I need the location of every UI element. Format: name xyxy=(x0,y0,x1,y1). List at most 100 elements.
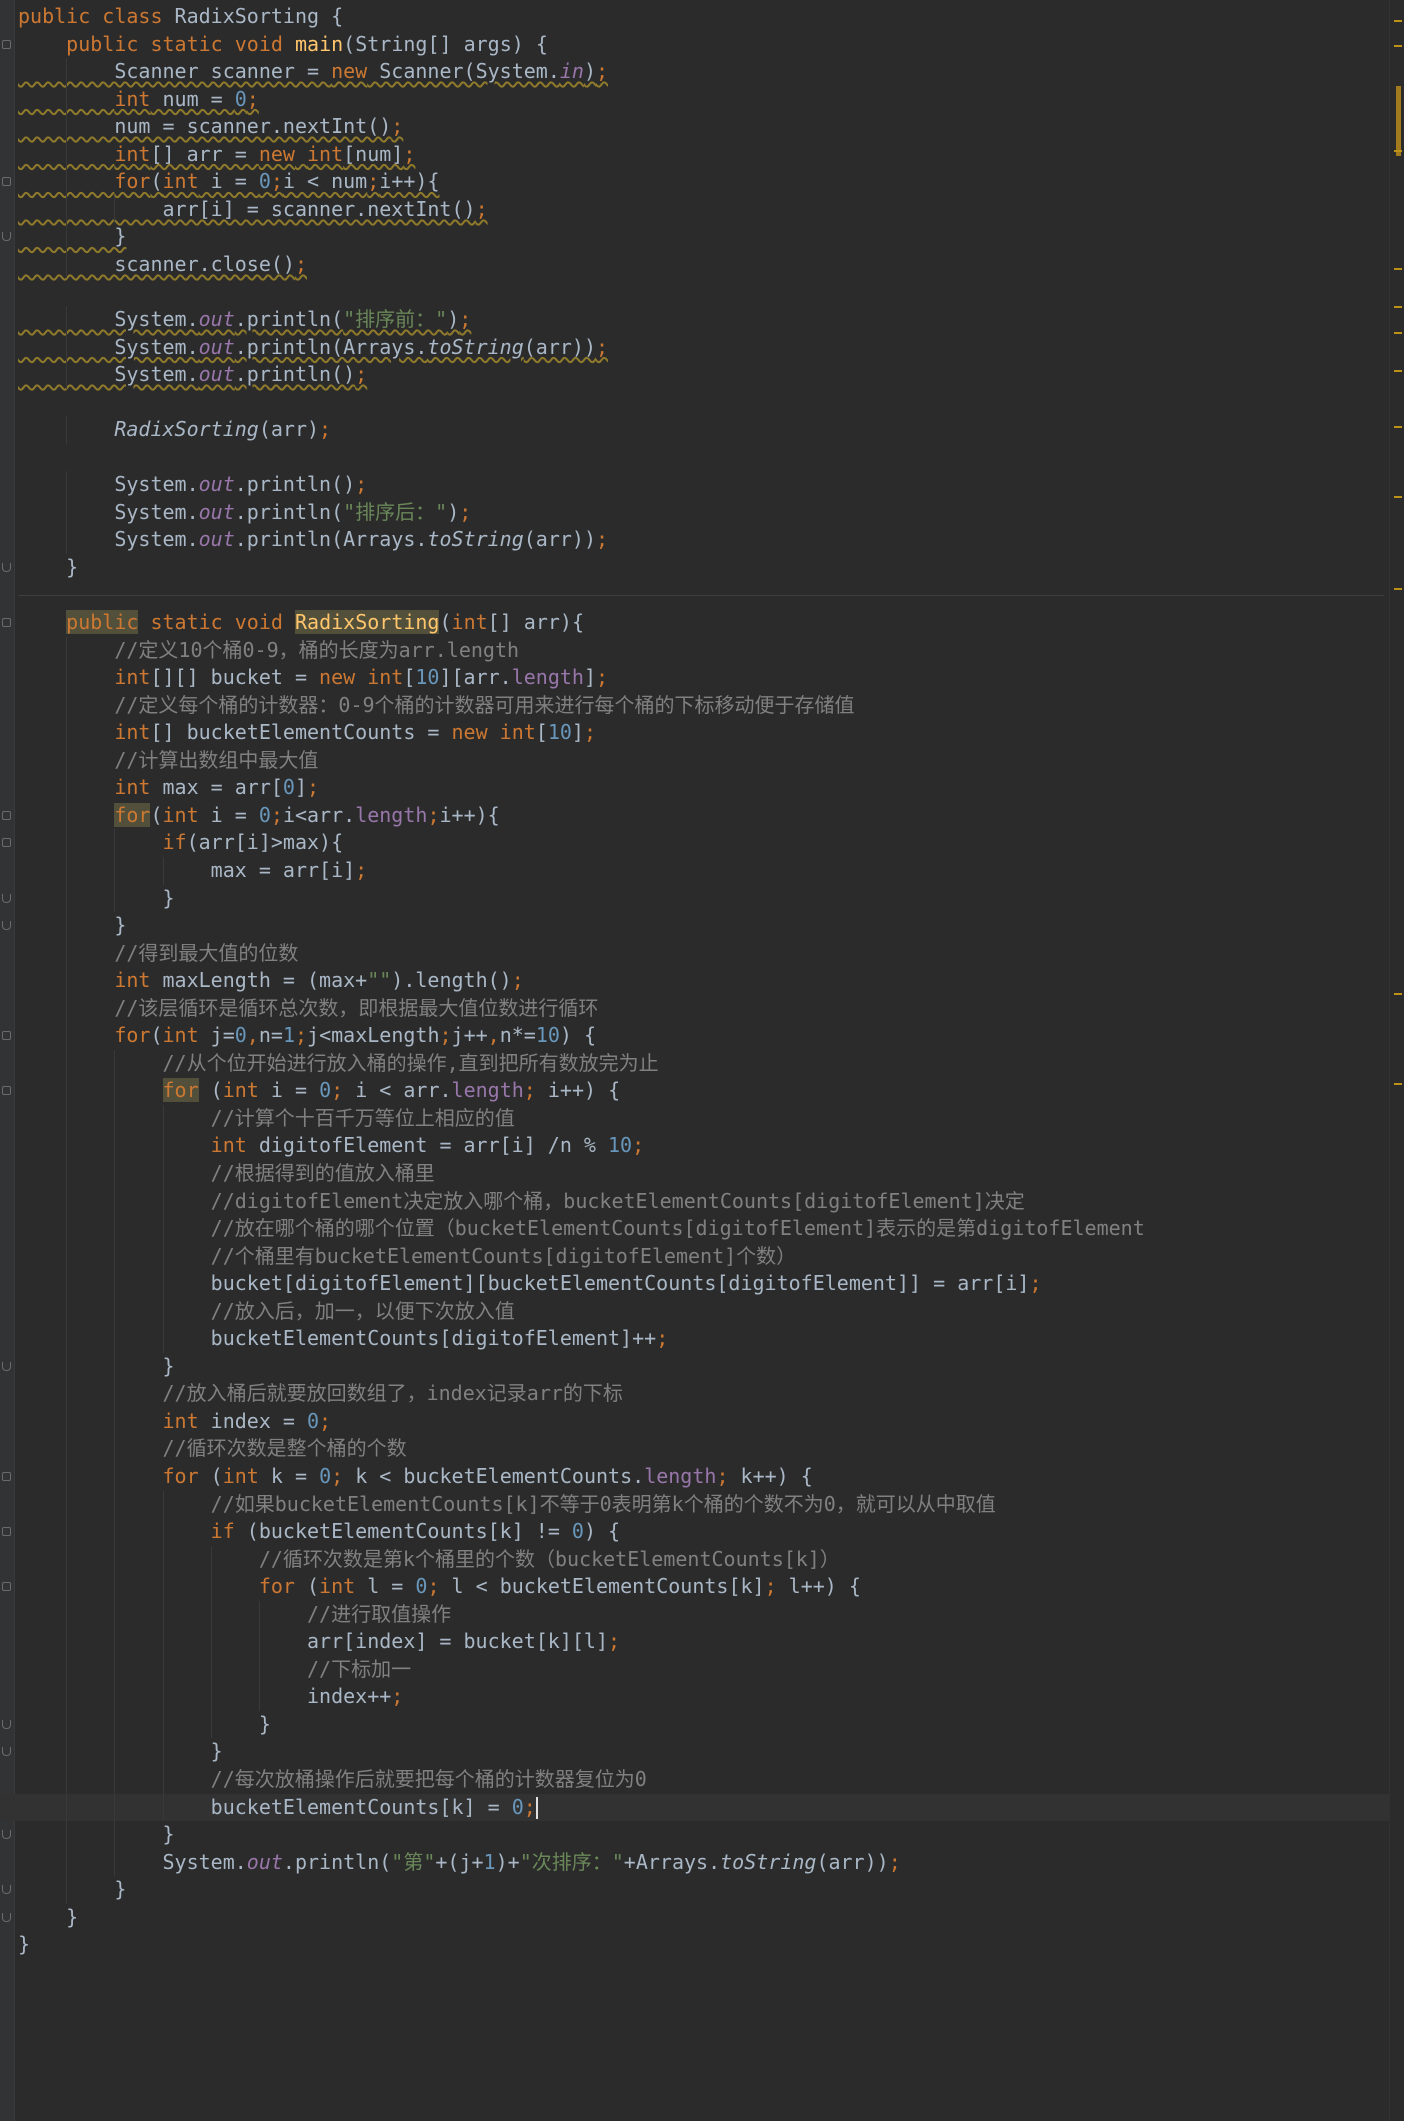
code-line[interactable]: //放在哪个桶的哪个位置（bucketElementCounts[digitof… xyxy=(18,1215,1388,1243)
code-line[interactable]: //计算出数组中最大值 xyxy=(18,746,1388,775)
code-area[interactable]: public class RadixSorting { public stati… xyxy=(0,3,1404,1959)
code-line[interactable]: public class RadixSorting { xyxy=(18,3,1388,31)
code-line[interactable]: } xyxy=(18,1931,1388,1959)
code-line[interactable]: //定义每个桶的计数器：0-9个桶的计数器可用来进行每个桶的下标移动便于存储值 xyxy=(18,691,1388,720)
fold-start-icon[interactable] xyxy=(2,810,11,820)
warning-marker[interactable] xyxy=(1394,45,1402,47)
code-line[interactable] xyxy=(18,389,1388,417)
code-line[interactable]: for(int i = 0;i<arr.length;i++){ xyxy=(2,801,1388,830)
code-line[interactable]: //个桶里有bucketElementCounts[digitofElement… xyxy=(18,1242,1388,1271)
warning-marker[interactable] xyxy=(1394,1083,1402,1085)
code-line[interactable]: if(arr[i]>max){ xyxy=(2,829,1388,857)
warning-marker[interactable] xyxy=(1394,306,1402,308)
code-line[interactable]: //放入后，加一，以便下次放入值 xyxy=(18,1297,1388,1326)
warning-marker[interactable] xyxy=(1394,332,1402,334)
fold-start-icon[interactable] xyxy=(2,1031,11,1041)
code-line[interactable] xyxy=(18,278,1388,306)
code-line[interactable]: System.out.println(Arrays.toString(arr))… xyxy=(18,333,1388,362)
fold-start-icon[interactable] xyxy=(2,1086,11,1096)
code-editor[interactable]: public class RadixSorting { public stati… xyxy=(0,0,1404,2121)
fold-start-icon[interactable] xyxy=(2,1527,11,1537)
code-line[interactable]: //进行取值操作 xyxy=(18,1600,1388,1629)
code-line[interactable]: } xyxy=(2,1710,1388,1739)
code-line[interactable]: int index = 0; xyxy=(18,1407,1388,1436)
fold-end-icon[interactable] xyxy=(2,1830,11,1840)
warning-marker[interactable] xyxy=(1394,496,1402,498)
code-line[interactable]: //得到最大值的位数 xyxy=(18,939,1388,968)
code-line[interactable]: } xyxy=(2,1876,1388,1904)
code-line[interactable]: System.out.println("排序后："); xyxy=(18,498,1388,527)
code-line[interactable]: if (bucketElementCounts[k] != 0) { xyxy=(2,1518,1388,1546)
warning-marker[interactable] xyxy=(1394,268,1402,270)
fold-start-icon[interactable] xyxy=(2,1471,11,1481)
code-line[interactable]: System.out.println(Arrays.toString(arr))… xyxy=(18,526,1388,554)
code-line[interactable]: max = arr[i]; xyxy=(18,856,1388,885)
code-line[interactable]: } xyxy=(2,223,1388,251)
code-line[interactable]: System.out.println(); xyxy=(18,361,1388,389)
code-line[interactable]: public static void main(String[] args) { xyxy=(2,31,1388,59)
code-line[interactable]: int[] arr = new int[num]; xyxy=(18,140,1388,169)
fold-end-icon[interactable] xyxy=(2,1912,11,1922)
fold-end-icon[interactable] xyxy=(2,1719,11,1729)
code-line[interactable]: int num = 0; xyxy=(18,85,1388,114)
code-line[interactable]: for (int k = 0; k < bucketElementCounts.… xyxy=(2,1462,1388,1491)
code-line[interactable]: Scanner scanner = new Scanner(System.in)… xyxy=(18,58,1388,86)
warning-marker[interactable] xyxy=(1394,150,1402,152)
code-line[interactable]: for (int l = 0; l < bucketElementCounts[… xyxy=(2,1573,1388,1601)
fold-end-icon[interactable] xyxy=(2,1361,11,1371)
code-line[interactable]: int maxLength = (max+"").length(); xyxy=(18,967,1388,995)
code-line[interactable]: scanner.close(); xyxy=(18,250,1388,279)
code-line[interactable]: arr[i] = scanner.nextInt(); xyxy=(18,195,1388,224)
code-line[interactable]: //从个位开始进行放入桶的操作,直到把所有数放完为止 xyxy=(18,1049,1388,1078)
code-line[interactable]: //该层循环是循环总次数，即根据最大值位数进行循环 xyxy=(18,994,1388,1023)
code-line[interactable]: //digitofElement决定放入哪个桶，bucketElementCou… xyxy=(18,1187,1388,1216)
fold-end-icon[interactable] xyxy=(2,921,11,931)
code-line[interactable]: } xyxy=(2,912,1388,940)
code-line[interactable]: //计算个十百千万等位上相应的值 xyxy=(18,1104,1388,1133)
code-line[interactable]: int[] bucketElementCounts = new int[10]; xyxy=(18,719,1388,747)
code-line[interactable]: } xyxy=(2,1904,1388,1932)
code-line[interactable]: //根据得到的值放入桶里 xyxy=(18,1159,1388,1188)
code-line[interactable]: System.out.println("排序前："); xyxy=(18,306,1388,334)
code-line[interactable]: //循环次数是第k个桶里的个数（bucketElementCounts[k]） xyxy=(18,1545,1388,1574)
warning-marker[interactable] xyxy=(1394,370,1402,372)
warning-marker[interactable] xyxy=(1394,588,1402,590)
code-line[interactable]: bucketElementCounts[digitofElement]++; xyxy=(18,1325,1388,1353)
code-line[interactable]: num = scanner.nextInt(); xyxy=(18,113,1388,141)
editor-scrollbar[interactable] xyxy=(1389,0,1404,2121)
code-line[interactable]: } xyxy=(2,1821,1388,1849)
fold-start-icon[interactable] xyxy=(2,39,11,49)
fold-end-icon[interactable] xyxy=(2,562,11,572)
code-line[interactable]: } xyxy=(2,1738,1388,1766)
code-line[interactable]: } xyxy=(2,884,1388,913)
code-line[interactable]: //下标加一 xyxy=(18,1655,1388,1684)
scroll-thumb[interactable] xyxy=(1396,86,1401,156)
code-line[interactable]: } xyxy=(2,1352,1388,1381)
code-line[interactable]: for(int i = 0;i < num;i++){ xyxy=(2,168,1388,196)
code-line[interactable]: int digitofElement = arr[i] /n % 10; xyxy=(18,1132,1388,1160)
fold-start-icon[interactable] xyxy=(2,177,11,187)
fold-start-icon[interactable] xyxy=(2,1582,11,1592)
fold-start-icon[interactable] xyxy=(2,838,11,848)
fold-end-icon[interactable] xyxy=(2,1885,11,1895)
warning-marker[interactable] xyxy=(1394,20,1402,22)
code-line[interactable]: for(int j=0,n=1;j<maxLength;j++,n*=10) { xyxy=(2,1022,1388,1050)
code-line[interactable]: bucket[digitofElement][bucketElementCoun… xyxy=(18,1270,1388,1298)
code-line[interactable]: //如果bucketElementCounts[k]不等于0表明第k个桶的个数不… xyxy=(18,1490,1388,1519)
code-line[interactable]: //每次放桶操作后就要把每个桶的计数器复位为0 xyxy=(18,1766,1388,1794)
code-line[interactable]: //定义10个桶0-9，桶的长度为arr.length xyxy=(18,636,1388,665)
warning-marker[interactable] xyxy=(1394,993,1402,995)
code-line[interactable]: int[][] bucket = new int[10][arr.length]… xyxy=(18,664,1388,692)
code-line[interactable]: bucketElementCounts[k] = 0; xyxy=(0,1793,1404,1822)
code-line[interactable]: public static void RadixSorting(int[] ar… xyxy=(2,609,1388,637)
code-line[interactable]: System.out.println("第"+(j+1)+"次排序："+Arra… xyxy=(18,1848,1388,1877)
code-line[interactable]: RadixSorting(arr); xyxy=(18,416,1388,444)
code-line[interactable]: for (int i = 0; i < arr.length; i++) { xyxy=(2,1077,1388,1105)
warning-marker[interactable] xyxy=(1394,426,1402,428)
code-line[interactable]: index++; xyxy=(18,1683,1388,1711)
code-line[interactable]: System.out.println(); xyxy=(18,471,1388,499)
code-line[interactable]: //循环次数是整个桶的个数 xyxy=(18,1435,1388,1463)
code-line[interactable] xyxy=(18,444,1388,472)
fold-end-icon[interactable] xyxy=(2,893,11,903)
fold-start-icon[interactable] xyxy=(2,618,11,628)
